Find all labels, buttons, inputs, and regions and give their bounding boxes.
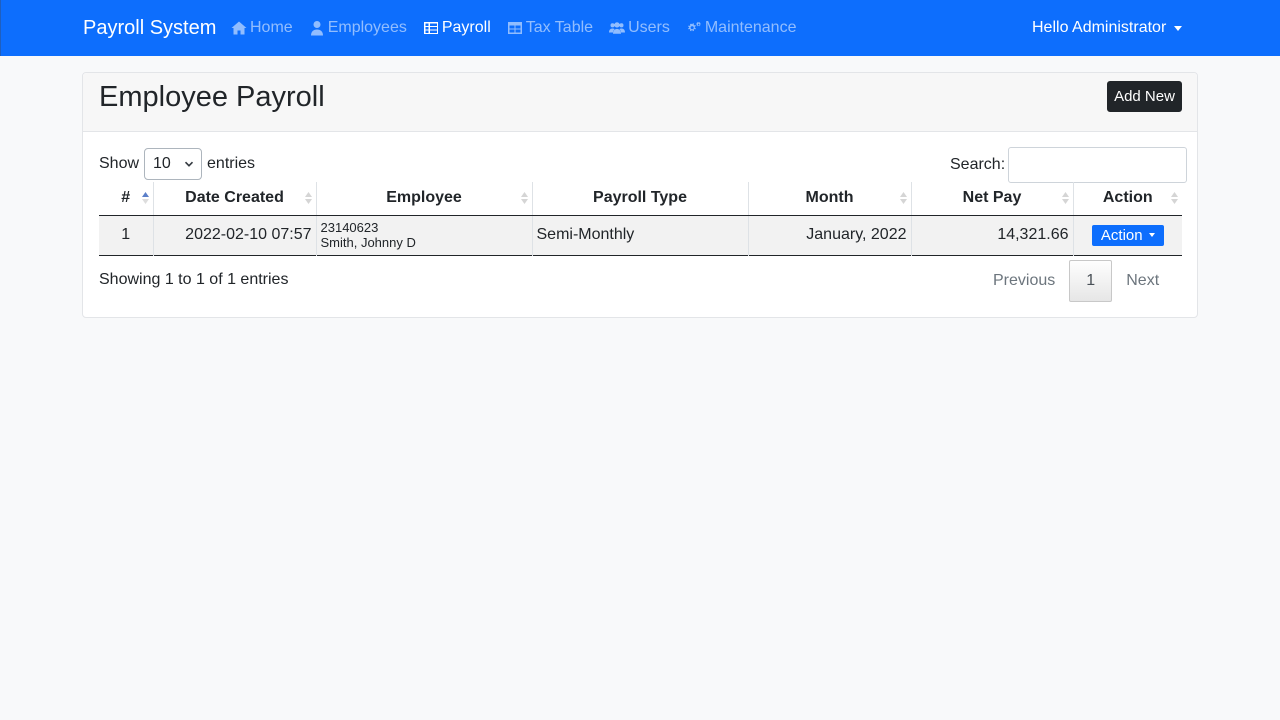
action-dropdown-button[interactable]: Action bbox=[1091, 224, 1164, 246]
nav-item-label: Payroll bbox=[441, 19, 491, 36]
column-header-action[interactable]: Action bbox=[1073, 182, 1182, 216]
sort-icon bbox=[304, 192, 312, 204]
search-label: Search: bbox=[950, 156, 1006, 173]
cell-action: Action bbox=[1073, 215, 1182, 255]
column-header-net-pay[interactable]: Net Pay bbox=[911, 182, 1074, 216]
entries-length-control: Show 10 entries bbox=[99, 148, 255, 180]
cogs-icon bbox=[688, 21, 701, 32]
nav-item-label: Maintenance bbox=[704, 19, 797, 36]
users-icon bbox=[609, 22, 626, 34]
entries-select-value: 10 bbox=[153, 155, 171, 172]
column-header-month[interactable]: Month bbox=[748, 182, 912, 216]
next-page-button[interactable]: Next bbox=[1112, 272, 1173, 290]
nav-item-tax-table[interactable]: Tax Table bbox=[507, 19, 593, 37]
top-navbar: Payroll System Home Employees Payroll Ta… bbox=[0, 0, 1280, 56]
card-header: Employee Payroll Add New bbox=[83, 73, 1197, 132]
nav-item-payroll[interactable]: Payroll bbox=[423, 19, 491, 37]
sort-icon bbox=[899, 192, 907, 204]
sort-icon bbox=[1171, 192, 1178, 204]
user-icon bbox=[310, 21, 323, 36]
cell-payroll-type: Semi-Monthly bbox=[532, 215, 749, 255]
nav-item-label: Users bbox=[628, 19, 670, 36]
nav-item-label: Employees bbox=[327, 19, 407, 36]
cell-employee: 23140623 Smith, Johnny D bbox=[316, 215, 533, 255]
sort-icon bbox=[1061, 192, 1069, 204]
action-button-label: Action bbox=[1100, 226, 1143, 244]
home-icon bbox=[231, 21, 247, 35]
payroll-table: # Date Created Employee Payroll Type Mon… bbox=[99, 182, 1182, 256]
search-control: Search: bbox=[950, 147, 1188, 183]
nav-item-users[interactable]: Users bbox=[609, 19, 670, 37]
caret-down-icon bbox=[1174, 25, 1183, 31]
column-header-employee[interactable]: Employee bbox=[316, 182, 533, 216]
sort-ascending-icon bbox=[141, 192, 149, 204]
nav-links: Home Employees Payroll Tax Table Users M… bbox=[231, 0, 812, 56]
caret-down-icon bbox=[1148, 233, 1155, 237]
nav-item-maintenance[interactable]: Maintenance bbox=[686, 19, 797, 37]
search-input[interactable] bbox=[1008, 147, 1188, 183]
entries-select[interactable]: 10 bbox=[144, 148, 203, 180]
page-1-button[interactable]: 1 bbox=[1069, 260, 1113, 302]
user-menu-dropdown[interactable]: Hello Administrator bbox=[1032, 0, 1183, 56]
cell-net-pay: 14,321.66 bbox=[911, 215, 1074, 255]
column-header-payroll-type: Payroll Type bbox=[532, 182, 749, 216]
table-row: 1 2022-02-10 07:57 23140623 Smith, Johnn… bbox=[99, 215, 1182, 255]
nav-item-label: Tax Table bbox=[525, 19, 594, 36]
entries-label: entries bbox=[207, 155, 256, 172]
column-header-date-created[interactable]: Date Created bbox=[153, 182, 317, 216]
payroll-card: Employee Payroll Add New Show 10 entries… bbox=[82, 72, 1198, 318]
add-new-button[interactable]: Add New bbox=[1107, 81, 1182, 112]
cell-month: January, 2022 bbox=[748, 215, 912, 255]
nav-item-home[interactable]: Home bbox=[231, 19, 293, 37]
previous-page-button[interactable]: Previous bbox=[979, 272, 1069, 290]
column-header-number[interactable]: # bbox=[99, 182, 154, 216]
page-title: Employee Payroll bbox=[99, 81, 325, 113]
cell-date-created: 2022-02-10 07:57 bbox=[153, 215, 317, 255]
cell-number: 1 bbox=[99, 215, 154, 255]
user-greeting: Hello Administrator bbox=[1032, 19, 1167, 36]
table-header-row: # Date Created Employee Payroll Type Mon… bbox=[99, 182, 1182, 216]
table-info: Showing 1 to 1 of 1 entries bbox=[99, 271, 289, 288]
employee-code: 23140623 bbox=[320, 220, 379, 235]
table-list-icon bbox=[423, 22, 438, 34]
nav-item-label: Home bbox=[250, 19, 293, 36]
pagination: Previous 1 Next bbox=[979, 260, 1173, 302]
sort-icon bbox=[520, 192, 528, 204]
brand-link[interactable]: Payroll System bbox=[83, 0, 216, 56]
show-label: Show bbox=[99, 155, 140, 172]
chevron-down-icon bbox=[184, 161, 194, 167]
nav-item-employees[interactable]: Employees bbox=[309, 19, 407, 37]
employee-name: Smith, Johnny D bbox=[320, 235, 416, 250]
table-icon bbox=[507, 22, 522, 34]
